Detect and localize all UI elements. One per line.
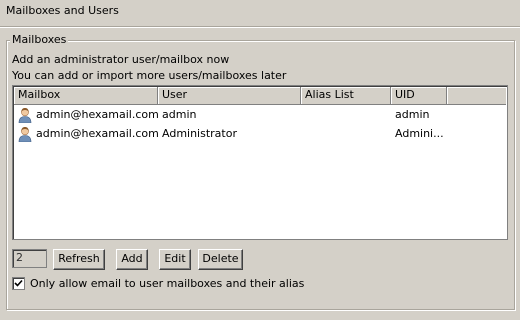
mailbox-table[interactable]: Mailbox User Alias List UID admin@hexama…: [12, 85, 508, 240]
delete-button[interactable]: Delete: [198, 249, 243, 270]
cell-mailbox-text: admin@hexamail.com: [36, 127, 158, 140]
column-header-uid[interactable]: UID: [391, 87, 447, 104]
user-icon: [18, 107, 32, 123]
column-header-mailbox[interactable]: Mailbox: [14, 87, 158, 104]
cell-mailbox: admin@hexamail.com: [14, 124, 158, 143]
cell-uid: Admini...: [395, 127, 444, 140]
page-title: Mailboxes and Users: [6, 4, 119, 17]
table-header: Mailbox User Alias List UID: [14, 87, 506, 105]
info-text-import-later: You can add or import more users/mailbox…: [12, 69, 287, 82]
table-row[interactable]: admin@hexamail.com Administrator Admini.…: [14, 124, 506, 143]
edit-button[interactable]: Edit: [159, 249, 191, 270]
column-header-filler: [447, 87, 506, 104]
user-icon: [18, 126, 32, 142]
mailbox-count-field: 2: [12, 249, 47, 268]
cell-user: Administrator: [162, 127, 237, 140]
title-divider: [0, 26, 520, 28]
refresh-button[interactable]: Refresh: [53, 249, 105, 270]
only-allow-checkbox[interactable]: [12, 277, 25, 290]
cell-alias-list: [301, 124, 391, 143]
checkmark-icon: [14, 279, 23, 287]
cell-mailbox: admin@hexamail.com: [14, 105, 158, 124]
cell-uid: admin: [395, 108, 430, 121]
info-text-add-admin: Add an administrator user/mailbox now: [12, 53, 230, 66]
column-header-alias-list[interactable]: Alias List: [301, 87, 391, 104]
add-button[interactable]: Add: [116, 249, 148, 270]
table-body: admin@hexamail.com admin admin admin@hex…: [14, 105, 506, 143]
table-row[interactable]: admin@hexamail.com admin admin: [14, 105, 506, 124]
only-allow-label[interactable]: Only allow email to user mailboxes and t…: [30, 277, 304, 290]
cell-mailbox-text: admin@hexamail.com: [36, 108, 158, 121]
cell-alias-list: [301, 105, 391, 124]
column-header-user[interactable]: User: [158, 87, 301, 104]
cell-user: admin: [162, 108, 197, 121]
group-label: Mailboxes: [10, 33, 69, 46]
